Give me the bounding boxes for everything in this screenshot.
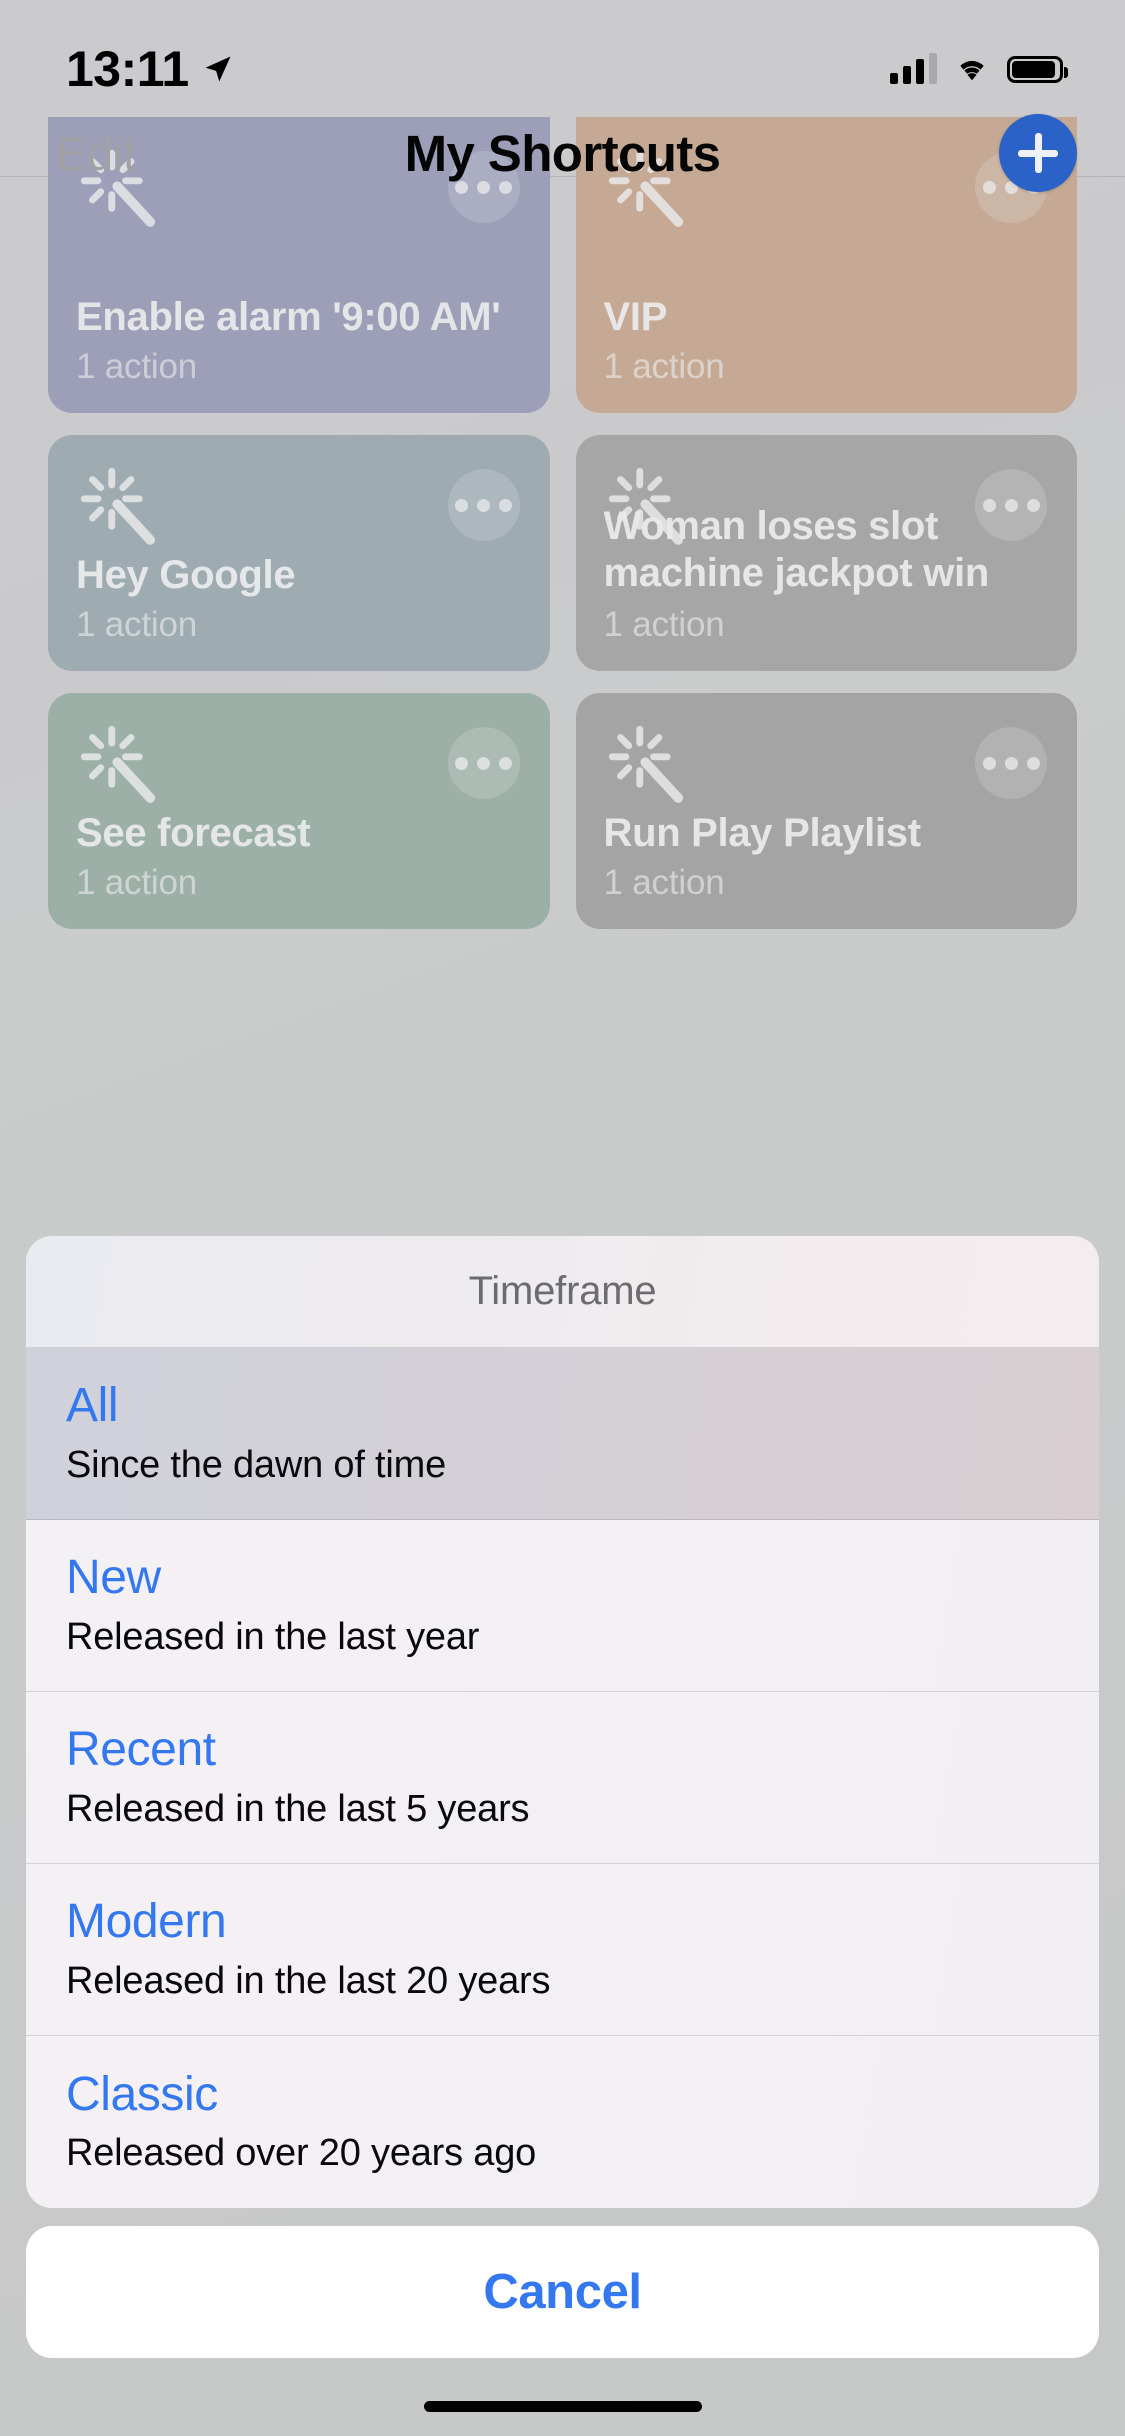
shortcut-action-count: 1 action — [603, 863, 725, 902]
shortcut-title: Run Play Playlist — [603, 810, 922, 855]
wifi-icon — [960, 60, 984, 81]
option-subtitle: Released in the last year — [66, 1615, 480, 1658]
option-subtitle: Released in the last 5 years — [66, 1787, 530, 1830]
cellular-signal-icon — [890, 53, 937, 84]
battery-full-icon — [1007, 55, 1068, 83]
home-indicator[interactable] — [423, 2401, 702, 2412]
shortcut-card[interactable]: Run Play Playlist 1 action — [575, 693, 1077, 929]
shortcut-action-count: 1 action — [76, 347, 197, 386]
page-title: My Shortcuts — [404, 124, 721, 182]
shortcut-action-count: 1 action — [76, 863, 197, 902]
shortcut-action-count: 1 action — [76, 605, 197, 644]
action-sheet-option[interactable]: New Released in the last year — [26, 1520, 1099, 1692]
magic-wand-icon — [604, 721, 692, 809]
option-subtitle: Released over 20 years ago — [66, 2132, 537, 2175]
option-title: All — [66, 1379, 119, 1433]
action-sheet-header: Timeframe — [26, 1236, 1099, 1348]
status-time: 13:11 — [66, 41, 189, 97]
option-title: Classic — [66, 2067, 218, 2121]
status-bar-left: 13:11 — [66, 34, 233, 98]
shortcut-card[interactable]: Hey Google 1 action — [48, 435, 550, 671]
add-shortcut-button[interactable] — [999, 114, 1077, 192]
shortcut-title: VIP — [603, 294, 668, 339]
shortcut-menu-button[interactable] — [447, 727, 520, 799]
shortcut-menu-button[interactable] — [975, 469, 1047, 541]
option-title: Modern — [66, 1895, 227, 1949]
shortcut-action-count: 1 action — [603, 347, 725, 386]
magic-wand-icon — [604, 463, 692, 551]
action-sheet-option[interactable]: Classic Released over 20 years ago — [26, 2036, 1099, 2208]
action-sheet-options: All Since the dawn of time New Released in … — [26, 1348, 1099, 2208]
option-title: Recent — [66, 1723, 216, 1777]
shortcuts-grid: Enable alarm '9:00 AM' 1 action VIP 1 acti… — [0, 117, 1125, 929]
location-arrow-icon — [205, 56, 231, 82]
action-sheet-option[interactable]: All Since the dawn of time — [26, 1348, 1099, 1520]
status-bar-right — [890, 53, 1068, 84]
option-title: New — [66, 1551, 161, 1605]
action-sheet-option[interactable]: Recent Released in the last 5 years — [26, 1692, 1099, 1864]
cancel-button-label: Cancel — [483, 2265, 642, 2319]
shortcut-menu-button[interactable] — [447, 469, 520, 541]
magic-wand-icon — [76, 463, 164, 551]
action-sheet-container: Timeframe All Since the dawn of time New Re… — [0, 1236, 1125, 2436]
shortcut-card[interactable]: Woman loses slot machine jackpot win a…1… — [575, 435, 1077, 671]
shortcut-title: See forecast — [76, 810, 311, 855]
cancel-container: Cancel — [26, 2208, 1099, 2358]
action-sheet-title: Timeframe — [468, 1269, 657, 1313]
shortcut-title: Enable alarm '9:00 AM' — [76, 294, 501, 339]
cancel-button[interactable]: Cancel — [26, 2226, 1099, 2358]
shortcut-menu-button[interactable] — [975, 727, 1047, 799]
shortcut-title: Hey Google — [76, 552, 296, 597]
shortcut-action-count: 1 action — [603, 605, 725, 644]
option-subtitle: Since the dawn of time — [66, 1443, 447, 1486]
timeframe-action-sheet: Timeframe All Since the dawn of time New Re… — [26, 1236, 1099, 2208]
action-sheet-option[interactable]: Modern Released in the last 20 years — [26, 1864, 1099, 2036]
navigation-bar: Edit My Shortcuts — [0, 114, 1125, 192]
magic-wand-icon — [76, 721, 164, 809]
option-subtitle: Released in the last 20 years — [66, 1959, 551, 2002]
shortcut-card[interactable]: See forecast 1 action — [48, 693, 550, 929]
